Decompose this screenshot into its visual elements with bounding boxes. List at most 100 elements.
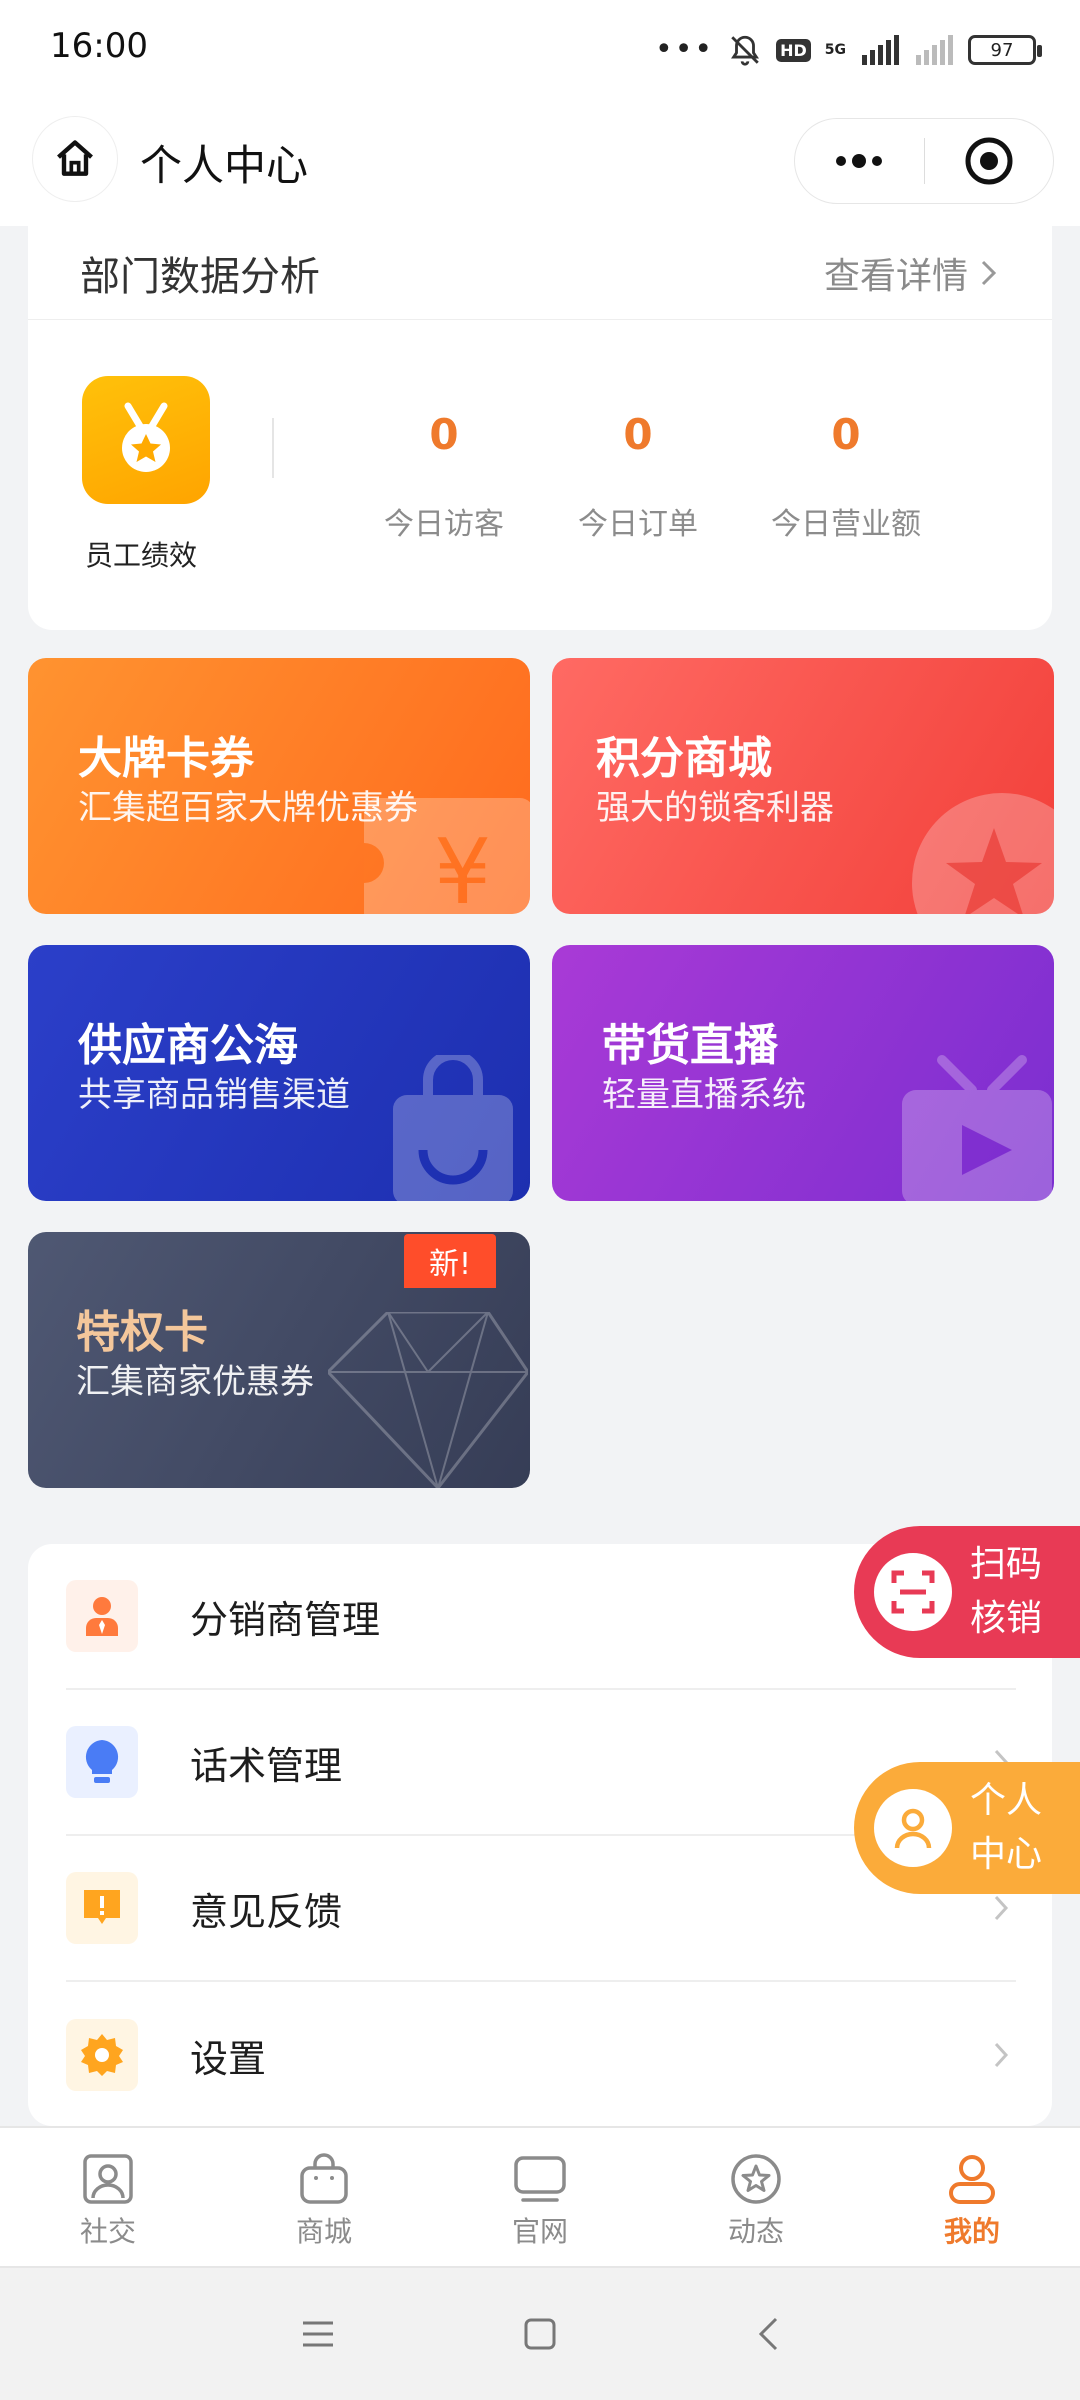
chevron-left-icon <box>758 2317 778 2351</box>
tile-title: 积分商城 <box>596 733 772 784</box>
tile-title: 大牌卡券 <box>78 733 254 784</box>
lightbulb-icon <box>66 1726 138 1798</box>
stat-label: 今日访客 <box>384 507 504 542</box>
shopping-bag-icon <box>393 1055 513 1201</box>
stat-revenue: 0 今日营业额 <box>766 410 926 543</box>
close-mini-program-button[interactable] <box>925 119 1054 203</box>
home-icon <box>57 140 93 176</box>
target-icon <box>965 137 1013 185</box>
social-icon <box>83 2154 133 2204</box>
more-status-icon: ••• <box>655 32 715 67</box>
status-icons: ••• HD 5G 97 <box>655 30 1042 70</box>
home-system-button[interactable] <box>510 2304 570 2364</box>
medal-icon <box>82 376 210 504</box>
tile-subtitle: 共享商品销售渠道 <box>78 1075 350 1115</box>
scan-line1: 扫码 <box>970 1544 1043 1585</box>
tab-mine[interactable]: 我的 <box>864 2128 1080 2266</box>
menu-item-label: 意见反馈 <box>190 1889 343 1934</box>
scan-verify-button[interactable]: 扫码 核销 <box>854 1526 1080 1658</box>
menu-item-settings[interactable]: 设置 <box>66 1982 1016 2128</box>
tab-website[interactable]: 官网 <box>432 2128 648 2266</box>
tab-social[interactable]: 社交 <box>0 2128 216 2266</box>
nav-bar: 个人中心 <box>0 96 1080 226</box>
employee-performance-button[interactable]: 员工绩效 <box>82 376 212 574</box>
scan-verify-label: 扫码 核销 <box>970 1538 1060 1646</box>
mute-bell-icon <box>731 35 760 66</box>
stat-label: 今日订单 <box>578 507 698 542</box>
stat-value: 0 <box>831 410 861 459</box>
stats-divider <box>272 418 274 478</box>
system-navigation-bar <box>0 2268 1080 2400</box>
department-header: 部门数据分析 查看详情 <box>28 226 1052 320</box>
more-dots-icon <box>836 154 883 168</box>
personal-center-label: 个人 中心 <box>970 1774 1060 1882</box>
supplier-sea-tile[interactable]: 供应商公海 共享商品销售渠道 <box>28 945 530 1201</box>
chevron-right-icon <box>981 260 997 285</box>
tile-subtitle: 汇集超百家大牌优惠券 <box>78 788 418 828</box>
tab-label: 商城 <box>295 2215 352 2248</box>
square-icon <box>524 2318 556 2350</box>
scan-line2: 核销 <box>970 1598 1043 1639</box>
mini-program-capsule <box>794 118 1054 204</box>
bag-icon <box>300 2153 348 2204</box>
more-button[interactable] <box>795 119 924 203</box>
recent-apps-button[interactable] <box>288 2304 348 2364</box>
status-bar: 16:00 ••• HD 5G 97 <box>0 0 1080 96</box>
scan-icon <box>874 1553 952 1631</box>
home-button[interactable] <box>32 116 118 202</box>
brand-coupon-tile[interactable]: ¥ 大牌卡券 汇集超百家大牌优惠券 <box>28 658 530 914</box>
menu-lines-icon <box>303 2321 333 2347</box>
diamond-icon <box>328 1312 528 1488</box>
department-title: 部门数据分析 <box>80 253 320 300</box>
tv-play-icon <box>902 1055 1052 1201</box>
tile-subtitle: 汇集商家优惠券 <box>76 1362 314 1402</box>
tab-label: 社交 <box>79 2215 136 2248</box>
tile-title: 供应商公海 <box>78 1020 298 1071</box>
live-commerce-tile[interactable]: 带货直播 轻量直播系统 <box>552 945 1054 1201</box>
bottom-tab-bar: 社交 商城 官网 动态 我的 <box>0 2126 1080 2268</box>
feedback-icon <box>66 1872 138 1944</box>
stat-value: 0 <box>429 410 459 459</box>
back-button[interactable] <box>738 2304 798 2364</box>
tile-subtitle: 强大的锁客利器 <box>596 788 834 828</box>
points-mall-tile[interactable]: 积分商城 强大的锁客利器 <box>552 658 1054 914</box>
view-details-link[interactable]: 查看详情 <box>824 247 998 299</box>
tab-label: 我的 <box>943 2215 1000 2248</box>
hd-badge: HD <box>776 38 811 62</box>
user-icon <box>874 1789 952 1867</box>
tab-label: 动态 <box>727 2215 784 2248</box>
chevron-right-icon <box>986 2040 1016 2070</box>
stat-orders: 0 今日订单 <box>558 410 718 543</box>
page-title: 个人中心 <box>140 141 309 190</box>
view-details-label: 查看详情 <box>823 255 968 297</box>
gear-icon <box>66 2019 138 2091</box>
employee-performance-label: 员工绩效 <box>84 539 197 572</box>
network-type: 5G <box>824 42 846 58</box>
signal-weak-icon <box>916 35 953 65</box>
user-icon <box>949 2155 995 2204</box>
star-icon <box>946 828 1042 914</box>
stat-visitors: 0 今日访客 <box>364 410 524 543</box>
menu-item-label: 话术管理 <box>190 1743 343 1788</box>
tile-subtitle: 轻量直播系统 <box>602 1075 806 1115</box>
chevron-right-icon <box>986 1893 1016 1923</box>
battery-icon: 97 <box>968 35 1042 65</box>
menu-item-label: 设置 <box>190 2036 267 2081</box>
stat-value: 0 <box>623 410 653 459</box>
tab-label: 官网 <box>511 2215 568 2248</box>
status-time: 16:00 <box>50 26 148 66</box>
svg-text:¥: ¥ <box>434 820 491 914</box>
tile-title: 特权卡 <box>76 1307 208 1358</box>
star-circle-icon <box>731 2154 781 2204</box>
stat-label: 今日营业额 <box>771 507 921 542</box>
new-badge: 新! <box>404 1234 496 1288</box>
me-line1: 个人 <box>970 1780 1043 1821</box>
distributor-icon <box>66 1580 138 1652</box>
tab-mall[interactable]: 商城 <box>216 2128 432 2266</box>
department-data-card: 部门数据分析 查看详情 员工绩效 0 今日访客 0 今日订单 0 今日营业额 <box>28 226 1052 630</box>
personal-center-button[interactable]: 个人 中心 <box>854 1762 1080 1894</box>
me-line2: 中心 <box>970 1834 1043 1875</box>
tile-title: 带货直播 <box>602 1020 778 1071</box>
tab-moments[interactable]: 动态 <box>648 2128 864 2266</box>
signal-icon <box>862 35 899 65</box>
